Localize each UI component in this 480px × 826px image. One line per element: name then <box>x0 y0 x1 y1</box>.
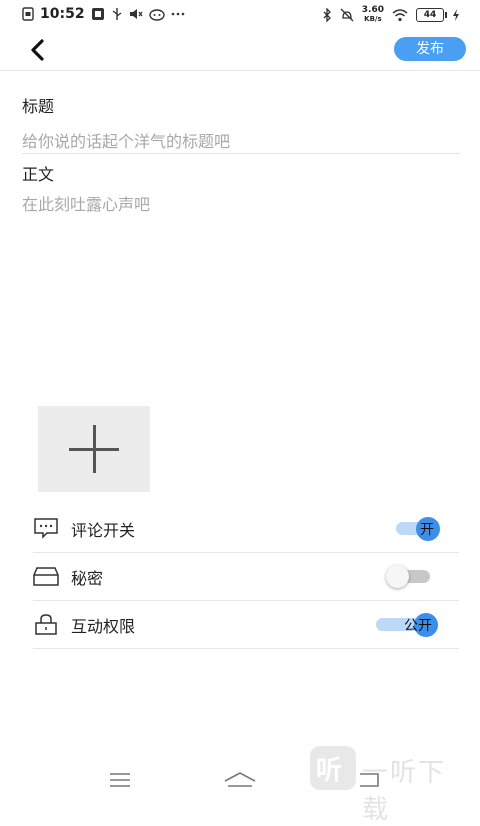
watermark-logo-text: 听 <box>316 756 343 786</box>
toggle-knob <box>386 565 409 588</box>
wifi-icon <box>392 9 408 22</box>
setting-row-comments: 评论开关 开 <box>33 505 459 553</box>
home-button[interactable] <box>220 764 260 796</box>
title-input[interactable]: 给你说的话起个洋气的标题吧 <box>22 128 230 152</box>
home-icon <box>224 772 256 787</box>
charging-icon <box>453 9 459 21</box>
publish-button[interactable]: 发布 <box>394 37 466 61</box>
comment-icon <box>34 518 58 539</box>
toggle-text-interaction: 公开 <box>404 618 432 634</box>
mute-icon <box>340 8 354 22</box>
net-speed: 3.60 KB/s <box>362 6 384 24</box>
cat-app-icon <box>148 9 165 21</box>
title-divider <box>22 153 460 154</box>
row-divider <box>33 648 459 649</box>
interaction-toggle[interactable]: 公开 <box>376 613 444 637</box>
battery-level: 44 <box>423 10 437 20</box>
lock-icon <box>35 614 57 635</box>
net-speed-unit: KB/s <box>364 15 382 23</box>
status-left: 10:52 <box>22 6 185 22</box>
menu-button[interactable] <box>100 764 140 796</box>
back-button[interactable] <box>26 36 50 64</box>
drawer-icon <box>33 567 59 586</box>
title-label: 标题 <box>22 97 55 116</box>
volume-muted-icon <box>129 9 143 19</box>
setting-row-secret: 秘密 <box>33 553 459 601</box>
watermark: 听 一听下载 <box>310 744 470 825</box>
plus-icon-vertical <box>93 425 96 473</box>
comments-toggle[interactable]: 开 <box>396 517 444 541</box>
setting-label-secret: 秘密 <box>71 569 104 588</box>
watermark-text: 一听下载 <box>362 758 447 825</box>
status-right: 3.60 KB/s 44 <box>322 6 460 24</box>
setting-row-interaction: 互动权限 公开 <box>33 601 459 649</box>
usb-icon <box>112 8 121 20</box>
more-dots-icon <box>171 12 184 16</box>
toggle-text-comments: 开 <box>420 522 434 538</box>
sim-icon <box>22 7 34 21</box>
header-bar: 发布 <box>0 30 480 71</box>
body-input[interactable]: 在此刻吐露心声吧 <box>22 191 458 391</box>
status-bar: 10:52 3.60 KB/s 44 <box>0 0 480 30</box>
battery-icon: 44 <box>416 8 447 22</box>
add-image-button[interactable] <box>38 406 150 492</box>
setting-label-comments: 评论开关 <box>71 521 136 540</box>
app-badge-icon <box>91 8 104 20</box>
body-label: 正文 <box>22 165 55 184</box>
bluetooth-icon <box>323 8 331 22</box>
setting-label-interaction: 互动权限 <box>71 617 136 636</box>
net-speed-value: 3.60 <box>361 5 384 15</box>
menu-icon <box>110 773 130 787</box>
watermark-logo: 听 <box>310 746 356 790</box>
status-time: 10:52 <box>40 6 85 22</box>
secret-toggle[interactable] <box>386 565 434 588</box>
chevron-left-icon <box>31 39 44 61</box>
